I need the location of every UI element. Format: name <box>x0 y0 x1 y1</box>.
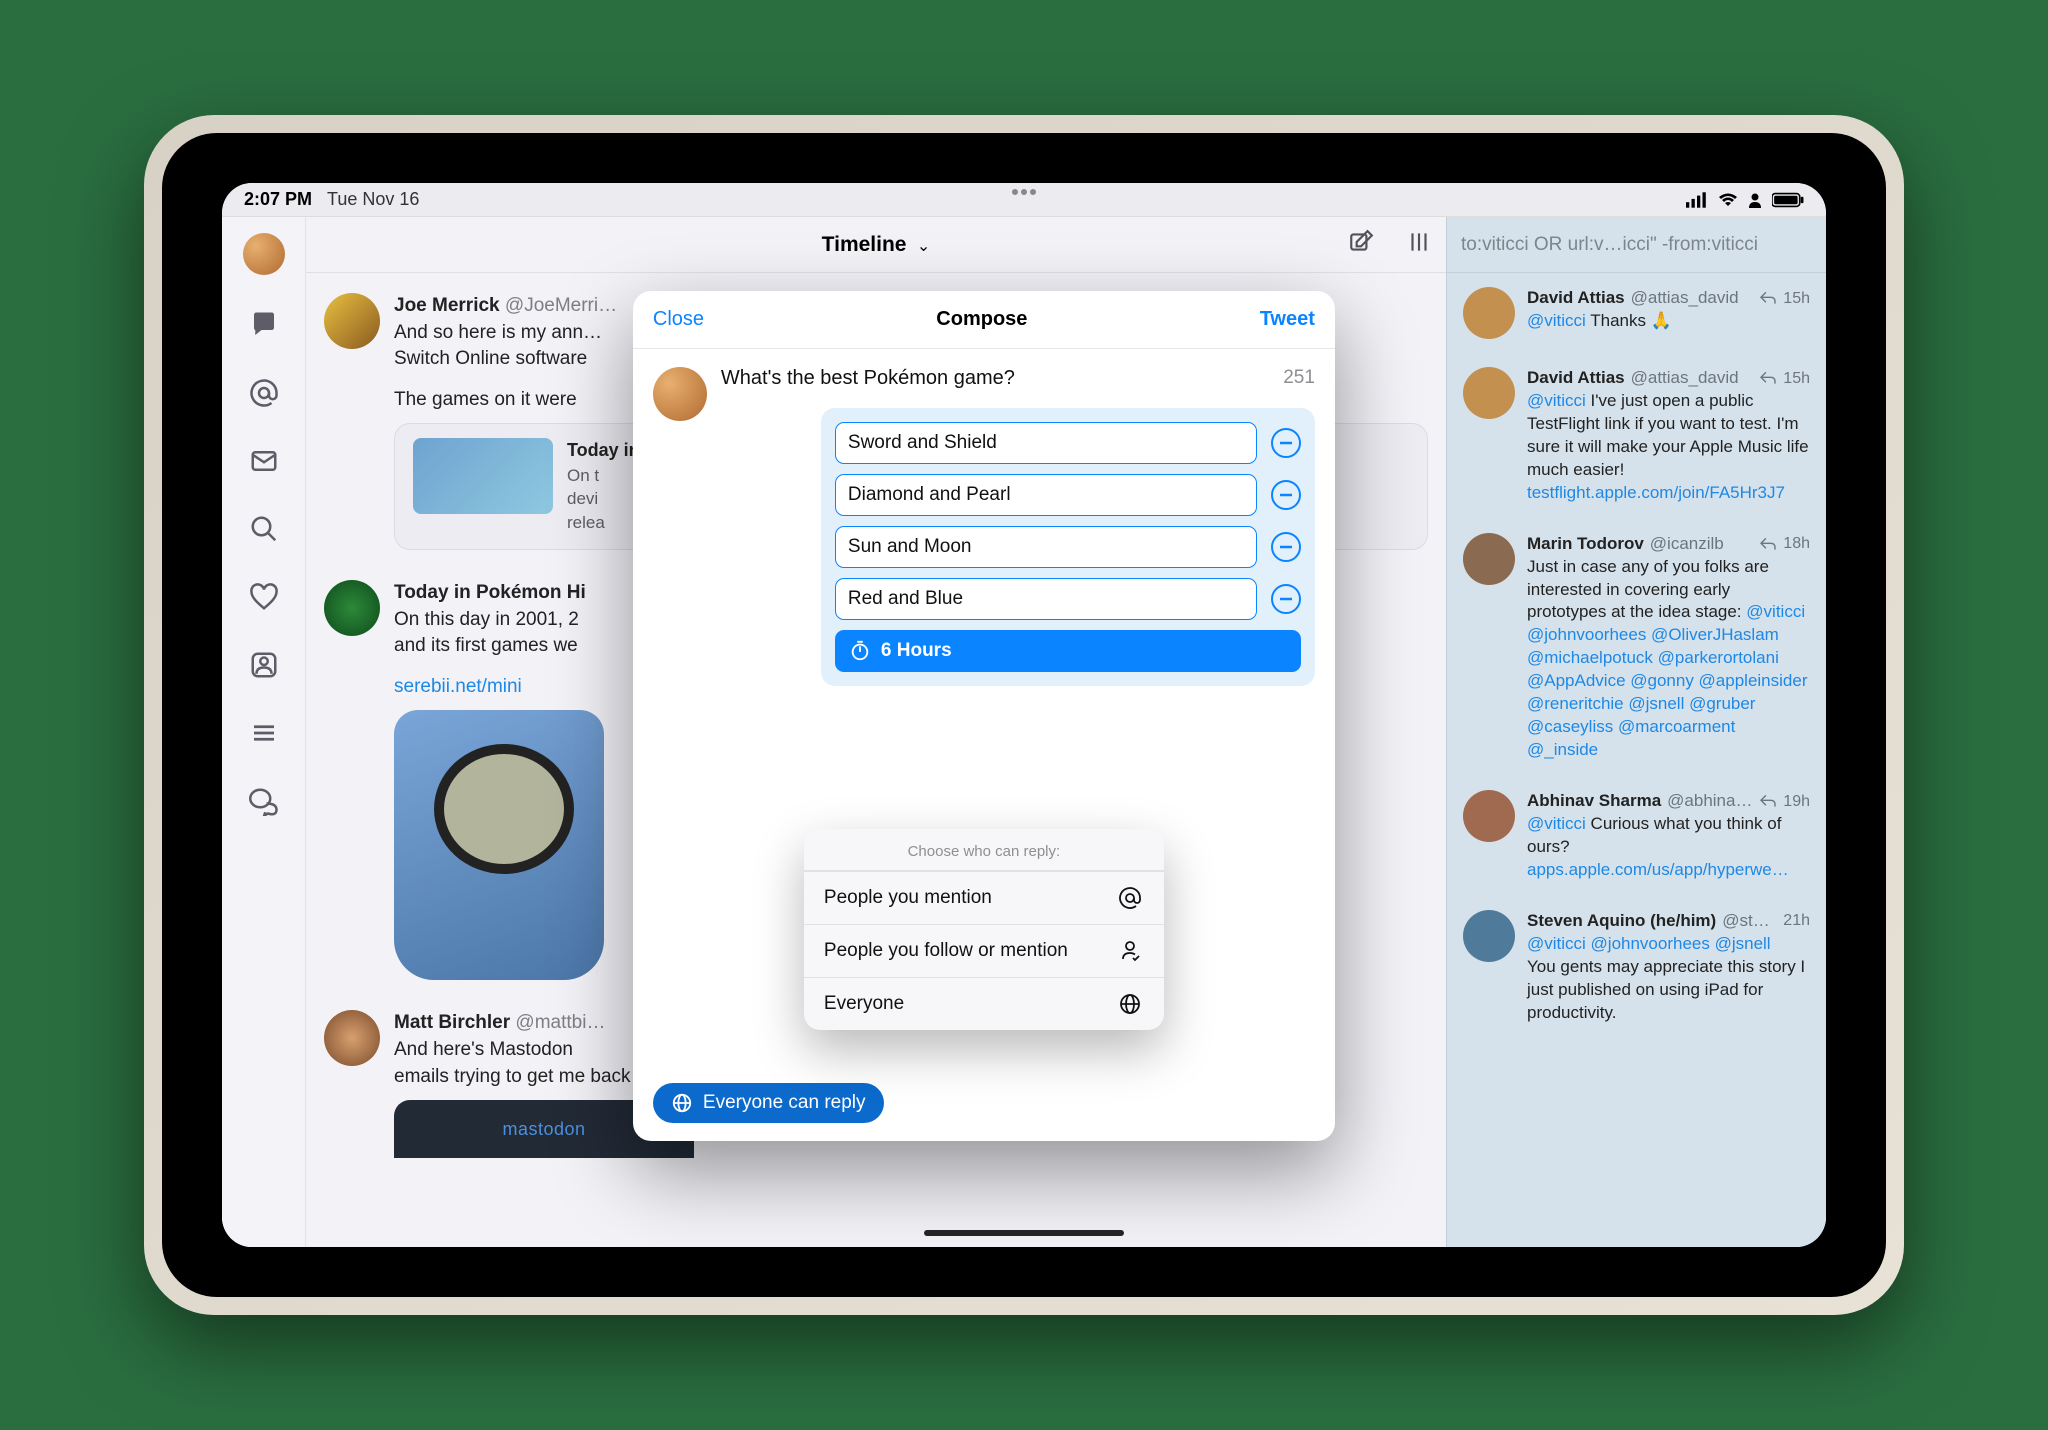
compose-modal: Close Compose Tweet What's the best Poké… <box>633 291 1335 1141</box>
wifi-icon <box>1718 192 1738 208</box>
poll-option-input[interactable]: Red and Blue <box>835 578 1257 620</box>
mention-item[interactable]: David Attias @attias_david 15h @viticci … <box>1447 353 1826 519</box>
status-icons <box>1686 192 1804 208</box>
timeline-title[interactable]: Timeline ⌄ <box>822 233 931 257</box>
poll-remove-button[interactable] <box>1271 532 1301 562</box>
poll-option-input[interactable]: Diamond and Pearl <box>835 474 1257 516</box>
user-icon <box>1748 192 1762 208</box>
search-query[interactable]: to:viticci OR url:v…icci" -from:viticci <box>1447 217 1826 273</box>
sidebar-likes[interactable] <box>246 579 282 615</box>
mention-item[interactable]: Abhinav Sharma @abhina… 19h @viticci Cur… <box>1447 776 1826 896</box>
status-bar: 2:07 PM Tue Nov 16 <box>222 183 1826 217</box>
globe-icon <box>671 1092 693 1114</box>
account-avatar[interactable] <box>243 233 285 275</box>
mention-link[interactable]: @viticci <box>1527 311 1586 330</box>
compose-avatar <box>653 367 707 421</box>
compose-text[interactable]: What's the best Pokémon game? <box>721 367 1283 390</box>
avatar <box>324 1010 380 1066</box>
mention-link[interactable]: apps.apple.com/us/app/hyperwe… <box>1527 860 1789 879</box>
status-time: 2:07 PM <box>244 189 312 209</box>
sidebar-search[interactable] <box>246 511 282 547</box>
home-indicator[interactable] <box>924 1230 1124 1236</box>
compose-title: Compose <box>936 308 1027 331</box>
tweet-link[interactable]: serebii.net/mini <box>394 676 522 697</box>
status-date: Tue Nov 16 <box>327 189 419 209</box>
reply-option-follow[interactable]: People you follow or mention <box>804 924 1164 977</box>
reply-option-mention[interactable]: People you mention <box>804 871 1164 924</box>
battery-icon <box>1772 192 1804 208</box>
mention-link[interactable]: @viticci <box>1527 814 1586 833</box>
sidebar-translate[interactable] <box>246 783 282 819</box>
avatar <box>324 580 380 636</box>
reply-icon <box>1759 537 1777 551</box>
avatar <box>1463 287 1515 339</box>
mentions-column: to:viticci OR url:v…icci" -from:viticci … <box>1446 217 1826 1247</box>
mention-item[interactable]: David Attias @attias_david 15h @viticci … <box>1447 273 1826 353</box>
reply-scope-button[interactable]: Everyone can reply <box>653 1083 884 1123</box>
compose-header: Close Compose Tweet <box>633 291 1335 349</box>
sidebar-mentions[interactable] <box>246 375 282 411</box>
avatar <box>324 293 380 349</box>
globe-icon <box>1116 992 1144 1016</box>
poll-option-input[interactable]: Sword and Shield <box>835 422 1257 464</box>
sidebar-lists[interactable] <box>246 715 282 751</box>
mention-item[interactable]: Marin Todorov @icanzilb 18h Just in case… <box>1447 519 1826 776</box>
compose-icon[interactable] <box>1348 229 1374 260</box>
poll-option-input[interactable]: Sun and Moon <box>835 526 1257 568</box>
timeline-header: Timeline ⌄ <box>306 217 1446 273</box>
chevron-down-icon: ⌄ <box>917 238 930 255</box>
reply-popover: Choose who can reply: People you mention… <box>804 829 1164 1030</box>
tweet-button[interactable]: Tweet <box>1260 308 1315 331</box>
signal-icon <box>1686 192 1708 208</box>
mention-link[interactable]: testflight.apple.com/join/FA5Hr3J7 <box>1527 483 1785 502</box>
ipad-screen: 2:07 PM Tue Nov 16 <box>222 183 1826 1247</box>
char-count: 251 <box>1283 367 1315 390</box>
mention-item[interactable]: Steven Aquino (he/him) @st… 21h @viticci… <box>1447 896 1826 1039</box>
mention-link[interactable]: @viticci @johnvoorhees @jsnell <box>1527 934 1771 953</box>
mention-link[interactable]: @viticci <box>1527 391 1586 410</box>
mentions-list[interactable]: David Attias @attias_david 15h @viticci … <box>1447 273 1826 1247</box>
multitask-pill[interactable] <box>1012 189 1036 195</box>
columns-icon[interactable] <box>1406 229 1432 260</box>
person-check-icon <box>1116 939 1144 963</box>
sidebar-messages[interactable] <box>246 443 282 479</box>
poll-box: Sword and Shield Diamond and Pearl Sun a… <box>821 408 1315 686</box>
reply-popover-title: Choose who can reply: <box>804 829 1164 871</box>
poll-remove-button[interactable] <box>1271 428 1301 458</box>
card-thumbnail <box>413 438 553 514</box>
sidebar-profile[interactable] <box>246 647 282 683</box>
at-icon <box>1116 886 1144 910</box>
poll-remove-button[interactable] <box>1271 584 1301 614</box>
sidebar-home[interactable] <box>246 307 282 343</box>
avatar <box>1463 367 1515 419</box>
avatar <box>1463 910 1515 962</box>
close-button[interactable]: Close <box>653 308 704 331</box>
timer-icon <box>849 640 871 662</box>
poll-remove-button[interactable] <box>1271 480 1301 510</box>
avatar <box>1463 533 1515 585</box>
poll-duration-button[interactable]: 6 Hours <box>835 630 1301 672</box>
ipad-frame: 2:07 PM Tue Nov 16 <box>144 115 1904 1315</box>
sidebar <box>222 217 306 1247</box>
pokemon-mini-image <box>394 710 604 980</box>
reply-icon <box>1759 794 1777 808</box>
reply-option-everyone[interactable]: Everyone <box>804 977 1164 1030</box>
reply-icon <box>1759 291 1777 305</box>
reply-icon <box>1759 371 1777 385</box>
ipad-bezel: 2:07 PM Tue Nov 16 <box>162 133 1886 1297</box>
mention-link[interactable]: @viticci @johnvoorhees @OliverJHaslam @m… <box>1527 602 1807 759</box>
avatar <box>1463 790 1515 842</box>
